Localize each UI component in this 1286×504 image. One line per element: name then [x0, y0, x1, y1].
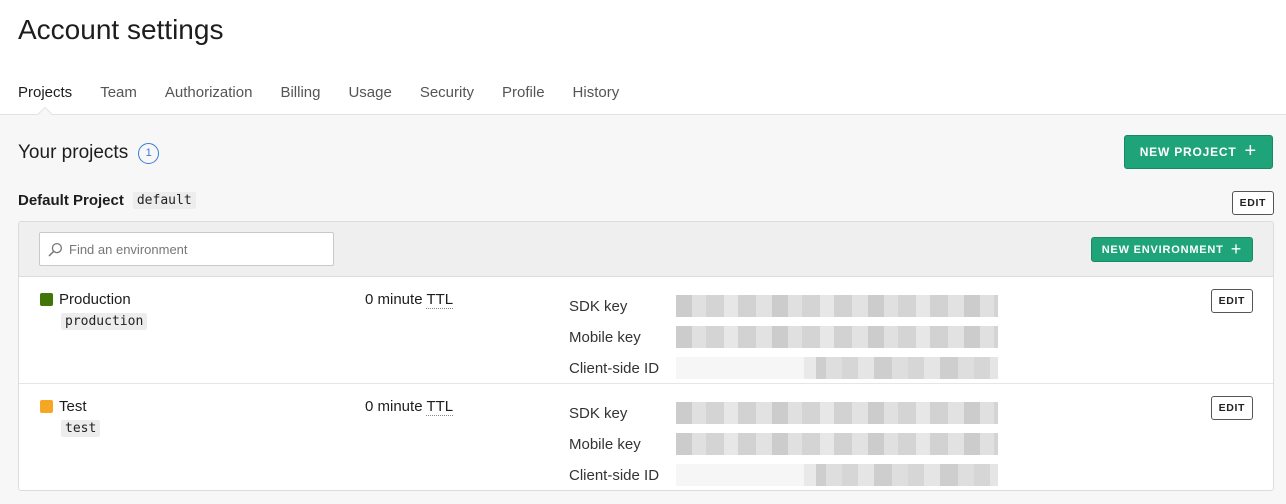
sdk-key-redacted[interactable] [676, 402, 998, 424]
sdk-key-row: SDK key [569, 397, 998, 429]
search-input[interactable] [69, 241, 319, 257]
environment-keys: SDK key Mobile key Client-side ID [569, 397, 998, 490]
project-name: Default Project [18, 192, 124, 209]
environment-color-swatch [40, 293, 53, 306]
mobile-key-redacted[interactable] [676, 433, 998, 455]
tab-security[interactable]: Security [420, 84, 474, 115]
edit-environment-button[interactable]: EDIT [1210, 396, 1253, 420]
environment-name: Test [40, 398, 87, 415]
environment-name: Production [40, 291, 131, 308]
tab-authorization[interactable]: Authorization [165, 84, 253, 115]
mobile-key-row: Mobile key [569, 428, 998, 460]
tab-usage[interactable]: Usage [348, 84, 391, 115]
tab-profile[interactable]: Profile [502, 84, 545, 115]
projects-heading-label: Your projects [18, 142, 129, 163]
environment-ttl: 0 minute TTL [365, 291, 454, 309]
mobile-key-label: Mobile key [569, 328, 641, 346]
tab-projects[interactable]: Projects [18, 84, 72, 115]
tab-team[interactable]: Team [100, 84, 137, 115]
main-content: Your projects 1 NEW PROJECT + Default Pr… [0, 115, 1286, 504]
plus-icon: + [1244, 140, 1257, 162]
new-project-button[interactable]: NEW PROJECT + [1123, 135, 1273, 169]
projects-heading: Your projects 1 [18, 142, 160, 164]
new-environment-button[interactable]: NEW ENVIRONMENT + [1090, 237, 1253, 262]
environment-row: Production production 0 minute TTL SDK k… [19, 277, 1273, 384]
edit-project-button[interactable]: EDIT [1231, 191, 1274, 215]
environment-search [39, 232, 334, 266]
tab-history[interactable]: History [573, 84, 620, 115]
mobile-key-label: Mobile key [569, 435, 641, 453]
environments-toolbar: NEW ENVIRONMENT + [19, 222, 1273, 277]
environment-keys: SDK key Mobile key Client-side ID [569, 291, 998, 384]
settings-tabs: Projects Team Authorization Billing Usag… [18, 84, 647, 115]
environment-color-swatch [40, 400, 53, 413]
ttl-unit: TTL [426, 291, 454, 309]
tab-billing[interactable]: Billing [280, 84, 320, 115]
environment-key: production [61, 313, 148, 330]
environment-name-label: Test [59, 398, 87, 415]
environment-name-label: Production [59, 291, 131, 308]
client-id-label: Client-side ID [569, 466, 660, 484]
ttl-value: 0 minute [365, 291, 423, 308]
sdk-key-row: SDK key [569, 290, 998, 322]
ttl-unit: TTL [426, 398, 454, 416]
client-id-row: Client-side ID [569, 352, 998, 384]
client-id-row: Client-side ID [569, 459, 998, 490]
new-environment-label: NEW ENVIRONMENT [1101, 243, 1224, 256]
header: Account settings Projects Team Authoriza… [0, 0, 1286, 115]
ttl-value: 0 minute [365, 398, 423, 415]
client-id-label: Client-side ID [569, 359, 660, 377]
sdk-key-label: SDK key [569, 297, 628, 315]
sdk-key-redacted[interactable] [676, 295, 998, 317]
client-id-redacted[interactable] [676, 464, 998, 486]
page-title: Account settings [18, 14, 224, 45]
environment-row: Test test 0 minute TTL SDK key Mobile ke… [19, 384, 1273, 490]
environments-panel: NEW ENVIRONMENT + Production production … [18, 221, 1274, 491]
edit-environment-button[interactable]: EDIT [1210, 289, 1253, 313]
project-key: default [132, 192, 196, 209]
plus-icon: + [1230, 238, 1242, 259]
environment-key: test [61, 420, 101, 437]
project-count-badge: 1 [138, 142, 160, 164]
sdk-key-label: SDK key [569, 404, 628, 422]
mobile-key-redacted[interactable] [676, 326, 998, 348]
client-id-redacted[interactable] [676, 357, 998, 379]
search-icon [48, 242, 63, 256]
project-header: Default Project default [18, 192, 196, 209]
mobile-key-row: Mobile key [569, 321, 998, 353]
environment-ttl: 0 minute TTL [365, 398, 454, 416]
new-project-label: NEW PROJECT [1139, 145, 1237, 159]
